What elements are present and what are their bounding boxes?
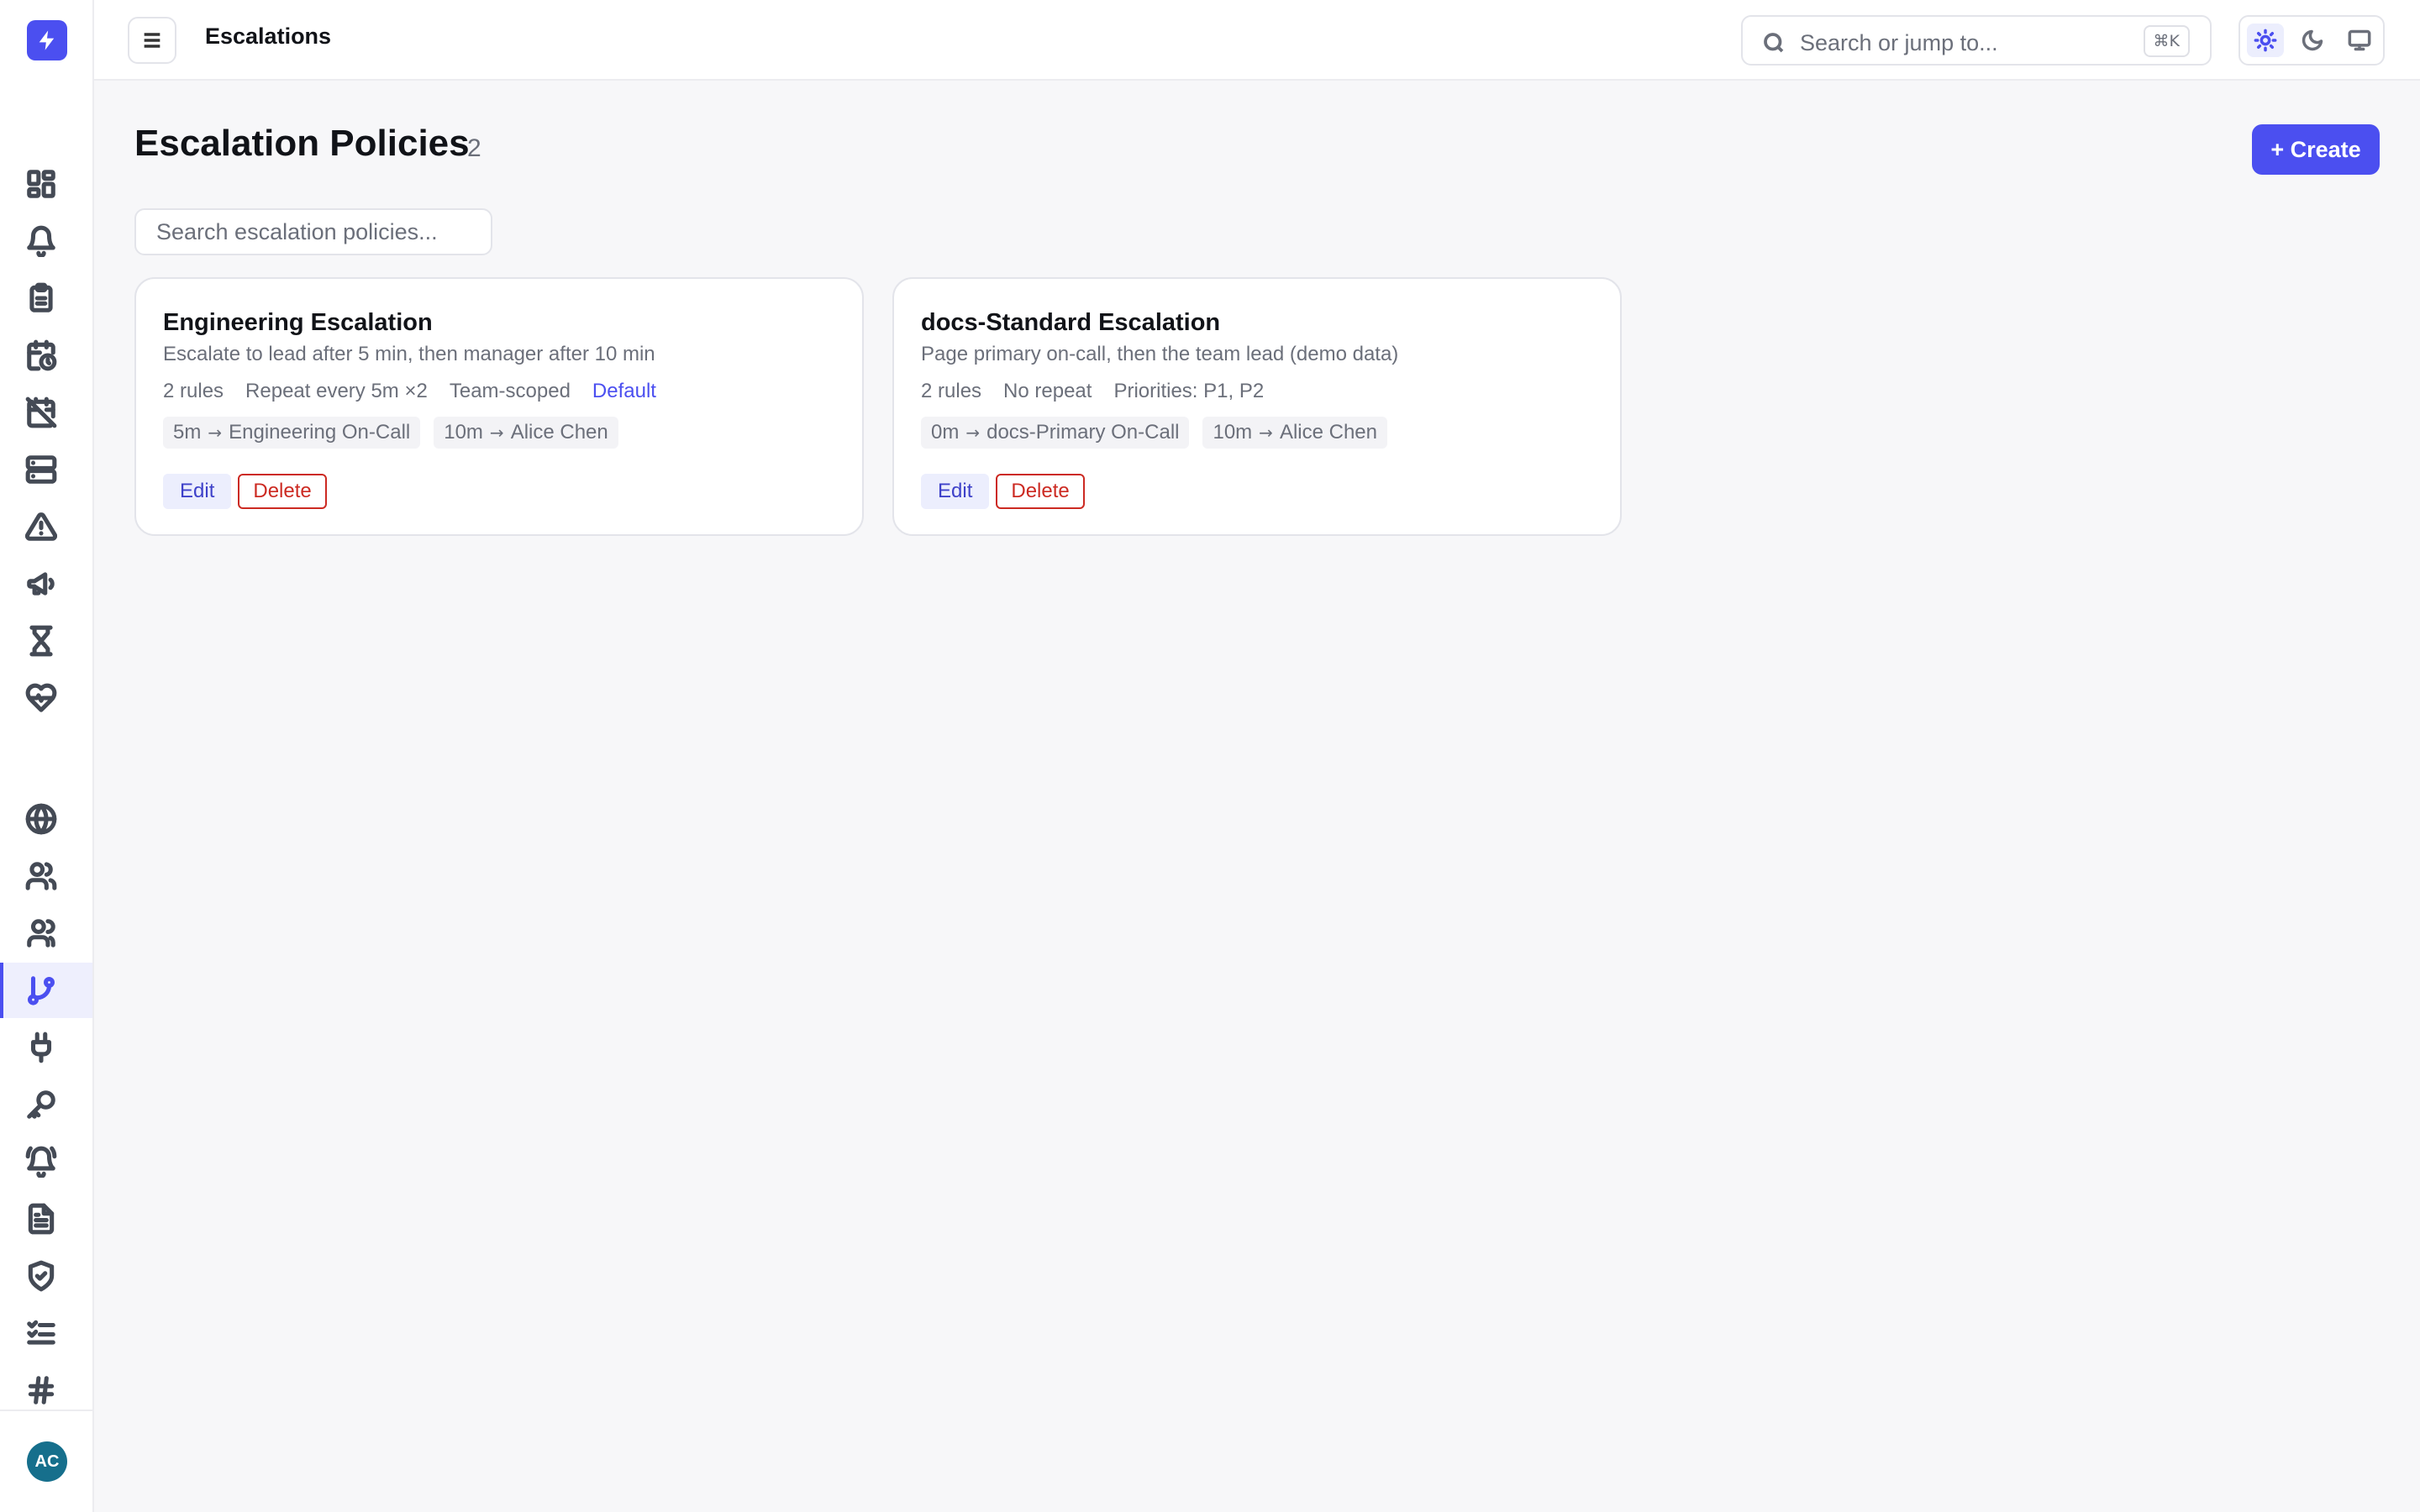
sidebar-divider [0,1410,92,1411]
step-list: 0m → docs-Primary On-Call 10m → Alice Ch… [921,417,1387,449]
step-delay: 0m [931,421,960,444]
policy-description: Page primary on-call, then the team lead… [921,343,1399,365]
checklist-icon[interactable] [0,1305,92,1361]
policy-search-input[interactable] [134,208,492,255]
policy-count: 2 [467,134,481,162]
avatar[interactable]: AC [27,1441,67,1482]
repeat-info: No repeat [1003,380,1092,402]
policy-name: docs-Standard Escalation [921,309,1221,336]
arrow-icon: → [1259,423,1273,443]
alert-triangle-icon[interactable] [0,499,92,554]
hourglass-icon[interactable] [0,613,92,669]
rule-count: 2 rules [921,380,982,402]
header-title: Escalations [205,24,332,49]
theme-switcher [2238,15,2385,66]
step-delay: 10m [444,421,483,444]
server-icon[interactable] [0,442,92,497]
step-target: Engineering On-Call [229,421,411,444]
step-delay: 5m [173,421,202,444]
dark-icon[interactable] [2294,24,2331,57]
policy-description: Escalate to lead after 5 min, then manag… [163,343,655,365]
step-chip: 5m → Engineering On-Call [163,417,421,449]
light-icon[interactable] [2247,24,2284,57]
arrow-icon: → [965,423,981,443]
step-target: Alice Chen [1279,421,1377,444]
step-chip: 0m → docs-Primary On-Call [921,417,1190,449]
hamburger-icon [144,33,160,48]
document-icon[interactable] [0,1191,92,1247]
step-list: 5m → Engineering On-Call 10m → Alice Che… [163,417,618,449]
heart-pulse-icon[interactable] [0,670,92,726]
globe-icon[interactable] [0,791,92,847]
default-badge: Default [592,380,656,402]
policy-card: docs-Standard Escalation Page primary on… [892,277,1622,536]
arrow-icon: → [208,423,223,443]
sidebar: AC [0,0,94,1512]
global-search-input[interactable]: Search or jump to... ⌘K [1741,15,2212,66]
edit-button[interactable]: Edit [921,474,990,509]
step-delay: 10m [1213,421,1253,444]
step-chip: 10m → Alice Chen [434,417,618,449]
repeat-info: Repeat every 5m ×2 [245,380,428,402]
git-branch-icon[interactable] [0,963,92,1018]
megaphone-icon[interactable] [0,556,92,612]
dashboard-icon[interactable] [0,156,92,212]
card-actions: Edit Delete [163,474,327,509]
lightning-bolt-icon[interactable] [27,20,67,60]
policy-name: Engineering Escalation [163,309,433,336]
scope-info: Priorities: P1, P2 [1113,380,1265,402]
top-header: Escalations Search or jump to... ⌘K [94,0,2420,81]
bell-icon[interactable] [0,213,92,269]
rule-count: 2 rules [163,380,224,402]
step-chip: 10m → Alice Chen [1202,417,1387,449]
step-target: docs-Primary On-Call [986,421,1180,444]
clipboard-icon[interactable] [0,270,92,326]
bell-ring-icon[interactable] [0,1134,92,1189]
delete-button[interactable]: Delete [238,474,327,509]
policy-meta: 2 rules No repeat Priorities: P1, P2 [921,380,1264,403]
global-search-placeholder: Search or jump to... [1800,30,1998,55]
card-actions: Edit Delete [921,474,1085,509]
system-icon[interactable] [2341,24,2378,57]
calendar-off-icon[interactable] [0,385,92,440]
delete-button[interactable]: Delete [996,474,1085,509]
shortcut-badge: ⌘K [2143,25,2190,57]
edit-button[interactable]: Edit [163,474,232,509]
policy-card: Engineering Escalation Escalate to lead … [134,277,864,536]
search-icon [1761,30,1786,55]
step-target: Alice Chen [510,421,608,444]
shield-check-icon[interactable] [0,1248,92,1304]
create-button[interactable]: + Create [2252,124,2380,175]
key-icon[interactable] [0,1077,92,1132]
calendar-clock-icon[interactable] [0,328,92,383]
scope-info: Team-scoped [449,380,571,402]
plug-icon[interactable] [0,1020,92,1075]
page-title: Escalation Policies [134,123,470,164]
team-icon[interactable] [0,906,92,961]
arrow-icon: → [489,423,504,443]
menu-toggle-button[interactable] [128,17,176,64]
users-icon[interactable] [0,848,92,904]
policy-meta: 2 rules Repeat every 5m ×2 Team-scoped D… [163,380,656,403]
